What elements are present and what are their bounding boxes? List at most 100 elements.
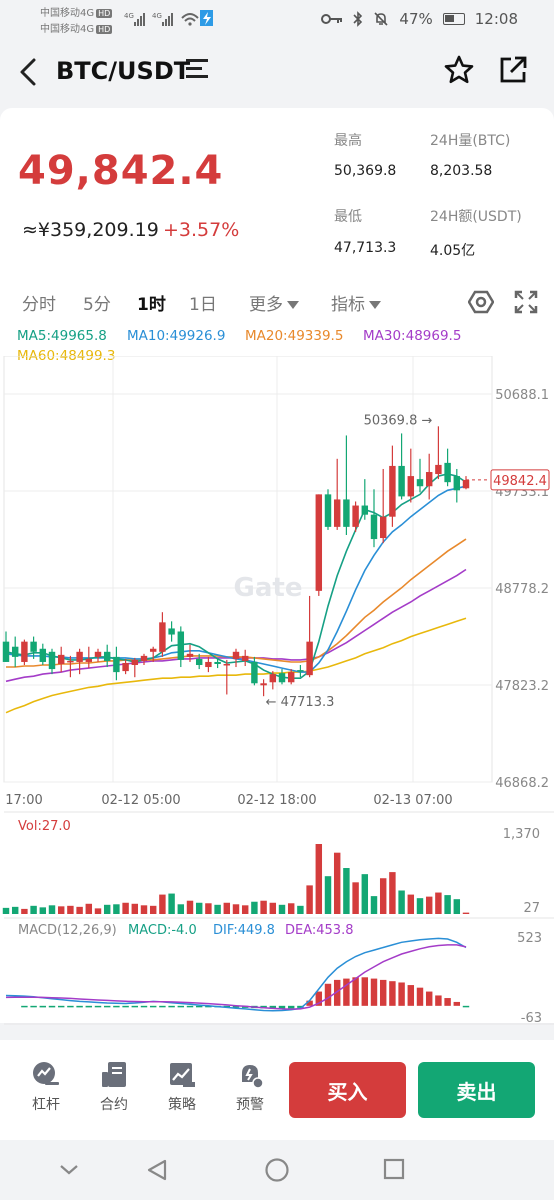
candle-body bbox=[11, 646, 19, 657]
tab-1day[interactable]: 1日 bbox=[189, 290, 217, 315]
macd-hist-bar bbox=[444, 998, 451, 1006]
watermark-logo: Gate bbox=[234, 573, 303, 603]
kline-chart-area[interactable]: 50688.1 49733.1 48778.2 47823.2 46868.2 17:00… bbox=[0, 356, 554, 1031]
candle-body bbox=[195, 658, 203, 666]
carrier-2-label: 中国移动4G bbox=[40, 24, 95, 35]
volume-bar bbox=[278, 904, 286, 914]
nav-back-icon[interactable] bbox=[145, 1158, 169, 1182]
buy-button[interactable]: 买入 bbox=[289, 1062, 406, 1118]
volume-24h-value: 8,203.58 bbox=[430, 163, 493, 179]
nav-collapse-icon[interactable] bbox=[58, 1158, 80, 1180]
candle-body bbox=[361, 505, 369, 515]
macd-hist-bar bbox=[67, 1005, 74, 1008]
battery-percent: 47% bbox=[399, 10, 433, 28]
tab-indicators[interactable]: 指标 bbox=[331, 290, 381, 315]
contract-button[interactable]: 合约 bbox=[89, 1060, 139, 1114]
strategy-icon bbox=[170, 1063, 195, 1087]
key-icon bbox=[321, 14, 343, 24]
mute-bell-icon bbox=[374, 12, 388, 26]
pair-title[interactable]: BTC/USDT bbox=[56, 57, 190, 85]
alert-button[interactable]: 预警 bbox=[225, 1060, 275, 1114]
candle-body bbox=[435, 464, 442, 475]
y-tick-label: 50688.1 bbox=[495, 388, 549, 403]
candle-body bbox=[205, 661, 212, 668]
candle-body bbox=[287, 672, 295, 683]
volume-bar bbox=[149, 905, 157, 914]
nav-recents-icon[interactable] bbox=[383, 1158, 405, 1180]
volume-bar bbox=[39, 907, 47, 914]
candle-body bbox=[67, 660, 74, 663]
candle-body bbox=[379, 516, 387, 539]
volume-bar bbox=[177, 904, 185, 914]
volume-bar bbox=[333, 852, 341, 914]
volume-bar bbox=[297, 905, 304, 914]
x-tick-label: 02-12 05:00 bbox=[101, 793, 180, 808]
tab-5min[interactable]: 5分 bbox=[83, 290, 111, 315]
macd-hist-bar bbox=[122, 1005, 129, 1008]
leverage-button[interactable]: 杠杆 bbox=[21, 1060, 71, 1114]
volume-bar bbox=[435, 892, 442, 914]
svg-text:4G: 4G bbox=[124, 12, 134, 20]
contract-label: 合约 bbox=[100, 1097, 128, 1113]
volume-bar bbox=[315, 844, 323, 914]
low-label: 最低 bbox=[334, 209, 362, 225]
macd-hist-bar bbox=[177, 1005, 185, 1008]
macd-hist-bar bbox=[168, 1005, 175, 1008]
y-tick-label: 47823.2 bbox=[495, 679, 549, 694]
sell-button[interactable]: 卖出 bbox=[418, 1062, 535, 1118]
carrier-2: 中国移动4G HD bbox=[40, 20, 113, 35]
candle-body bbox=[425, 472, 433, 487]
candle-body bbox=[444, 462, 451, 483]
dea-line bbox=[5, 944, 467, 1010]
volume-bar bbox=[168, 893, 175, 914]
candle-body bbox=[113, 656, 120, 673]
candle-body bbox=[103, 651, 111, 661]
volume-bar bbox=[462, 912, 470, 914]
volume-bar bbox=[361, 874, 369, 914]
tab-timeshare[interactable]: 分时 bbox=[22, 290, 56, 315]
macd-hist-bar bbox=[159, 1005, 166, 1008]
back-arrow-icon[interactable] bbox=[14, 54, 44, 90]
volume-bar bbox=[11, 906, 19, 914]
kline-chart[interactable]: 50688.149733.148778.247823.246868.217:00… bbox=[0, 356, 554, 1031]
carrier-1-label: 中国移动4G bbox=[40, 8, 95, 19]
nav-home-icon[interactable] bbox=[265, 1158, 289, 1182]
volume-bar bbox=[85, 903, 93, 914]
macd-hist-bar bbox=[324, 983, 332, 1006]
macd-max-tick: 523 bbox=[517, 931, 542, 946]
tab-1hour[interactable]: 1时 bbox=[137, 290, 166, 315]
ma30-value: MA30:48969.5 bbox=[363, 328, 462, 344]
volume-min-tick: 27 bbox=[523, 901, 540, 916]
high-label: 最高 bbox=[334, 133, 362, 149]
macd-hist-bar bbox=[131, 1005, 139, 1008]
svg-text:4G: 4G bbox=[152, 12, 162, 20]
volume-max-tick: 1,370 bbox=[503, 827, 540, 842]
candle-body bbox=[407, 476, 415, 497]
candle-body bbox=[131, 659, 139, 666]
candle-body bbox=[122, 662, 129, 672]
strategy-button[interactable]: 策略 bbox=[157, 1060, 207, 1114]
macd-min-tick: -63 bbox=[521, 1011, 542, 1026]
chart-settings-icon[interactable] bbox=[468, 290, 494, 314]
fullscreen-icon[interactable] bbox=[514, 290, 538, 314]
candle-body bbox=[462, 479, 470, 489]
status-right: 47% 12:08 bbox=[321, 10, 518, 28]
volume-bar bbox=[287, 903, 295, 914]
favorite-star-icon[interactable] bbox=[443, 54, 475, 86]
tab-more[interactable]: 更多 bbox=[249, 290, 299, 315]
signal-icon: 4G 4G bbox=[124, 10, 213, 26]
volume-bar bbox=[260, 900, 267, 914]
hd-badge: HD bbox=[96, 9, 113, 18]
macd-hist-bar bbox=[425, 991, 433, 1006]
volume-bar bbox=[21, 908, 28, 914]
bluetooth-icon bbox=[353, 11, 363, 27]
macd-hist-bar bbox=[352, 977, 359, 1006]
volume-bar bbox=[425, 896, 433, 914]
volume-bar bbox=[389, 872, 396, 914]
candle-body bbox=[453, 476, 461, 491]
candle-body bbox=[159, 622, 166, 652]
share-icon[interactable] bbox=[497, 54, 529, 86]
pair-menu-icon[interactable] bbox=[186, 59, 210, 81]
volume-bar bbox=[343, 868, 350, 914]
candle-body bbox=[398, 465, 405, 497]
